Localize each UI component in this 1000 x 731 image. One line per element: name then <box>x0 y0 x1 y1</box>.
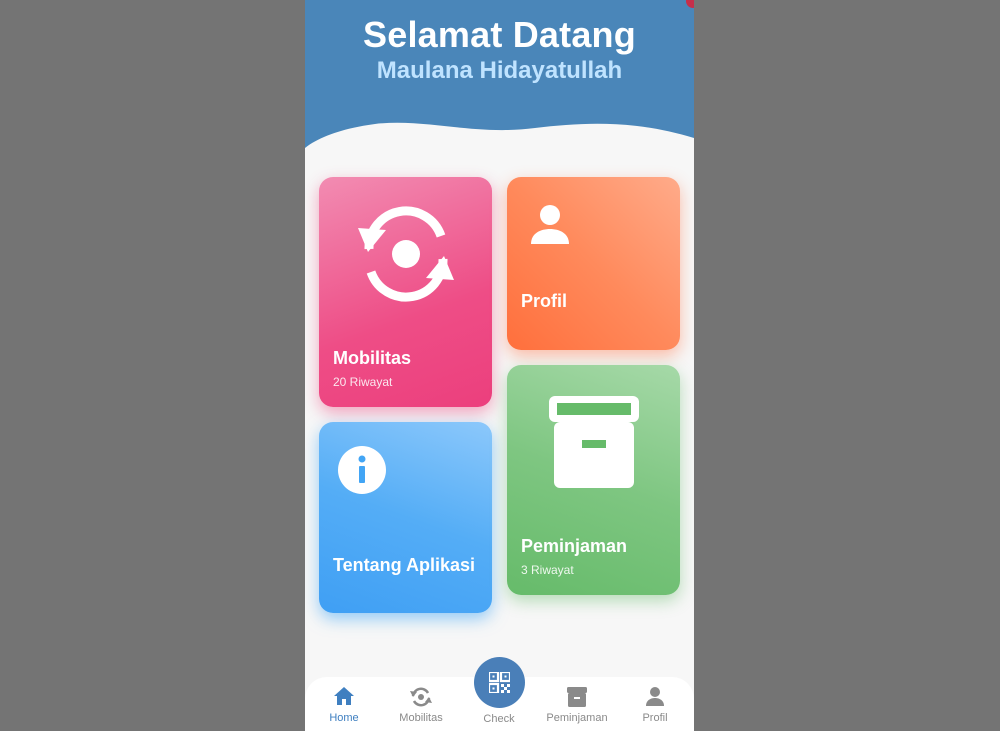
sync-person-icon <box>356 204 456 304</box>
nav-home[interactable]: Home <box>319 677 369 731</box>
nav-mobilitas[interactable]: Mobilitas <box>391 677 451 731</box>
archive-box-icon <box>545 392 643 490</box>
home-icon <box>333 686 355 711</box>
app-screen: Selamat Datang Maulana Hidayatullah Mobi… <box>305 0 694 731</box>
person-icon <box>529 203 571 245</box>
profil-title: Profil <box>521 291 568 311</box>
nav-profil-label: Profil <box>642 712 668 724</box>
peminjaman-count: 3 Riwayat <box>521 563 574 577</box>
welcome-title: Selamat Datang <box>363 14 636 55</box>
archive-box-icon <box>566 686 588 713</box>
profil-card[interactable]: Profil <box>507 177 680 350</box>
info-icon <box>337 445 387 495</box>
check-qr-button[interactable] <box>474 657 525 708</box>
mobilitas-card[interactable]: Mobilitas 20 Riwayat <box>319 177 492 407</box>
nav-home-label: Home <box>329 712 359 724</box>
user-name: Maulana Hidayatullah <box>376 57 623 84</box>
check-label: Check <box>483 713 515 725</box>
sync-person-icon <box>410 686 432 713</box>
nav-mobilitas-label: Mobilitas <box>399 712 443 724</box>
qr-code-icon <box>489 672 510 693</box>
tentang-aplikasi-title: Tentang Aplikasi <box>333 555 476 575</box>
mobilitas-title: Mobilitas <box>333 348 412 368</box>
person-icon <box>645 686 665 711</box>
peminjaman-card[interactable]: Peminjaman 3 Riwayat <box>507 365 680 595</box>
nav-profil[interactable]: Profil <box>632 677 678 731</box>
tentang-aplikasi-card[interactable]: Tentang Aplikasi <box>319 422 492 613</box>
mobilitas-count: 20 Riwayat <box>333 375 393 389</box>
nav-peminjaman-label: Peminjaman <box>546 712 608 724</box>
nav-peminjaman[interactable]: Peminjaman <box>542 677 612 731</box>
peminjaman-title: Peminjaman <box>521 536 628 556</box>
